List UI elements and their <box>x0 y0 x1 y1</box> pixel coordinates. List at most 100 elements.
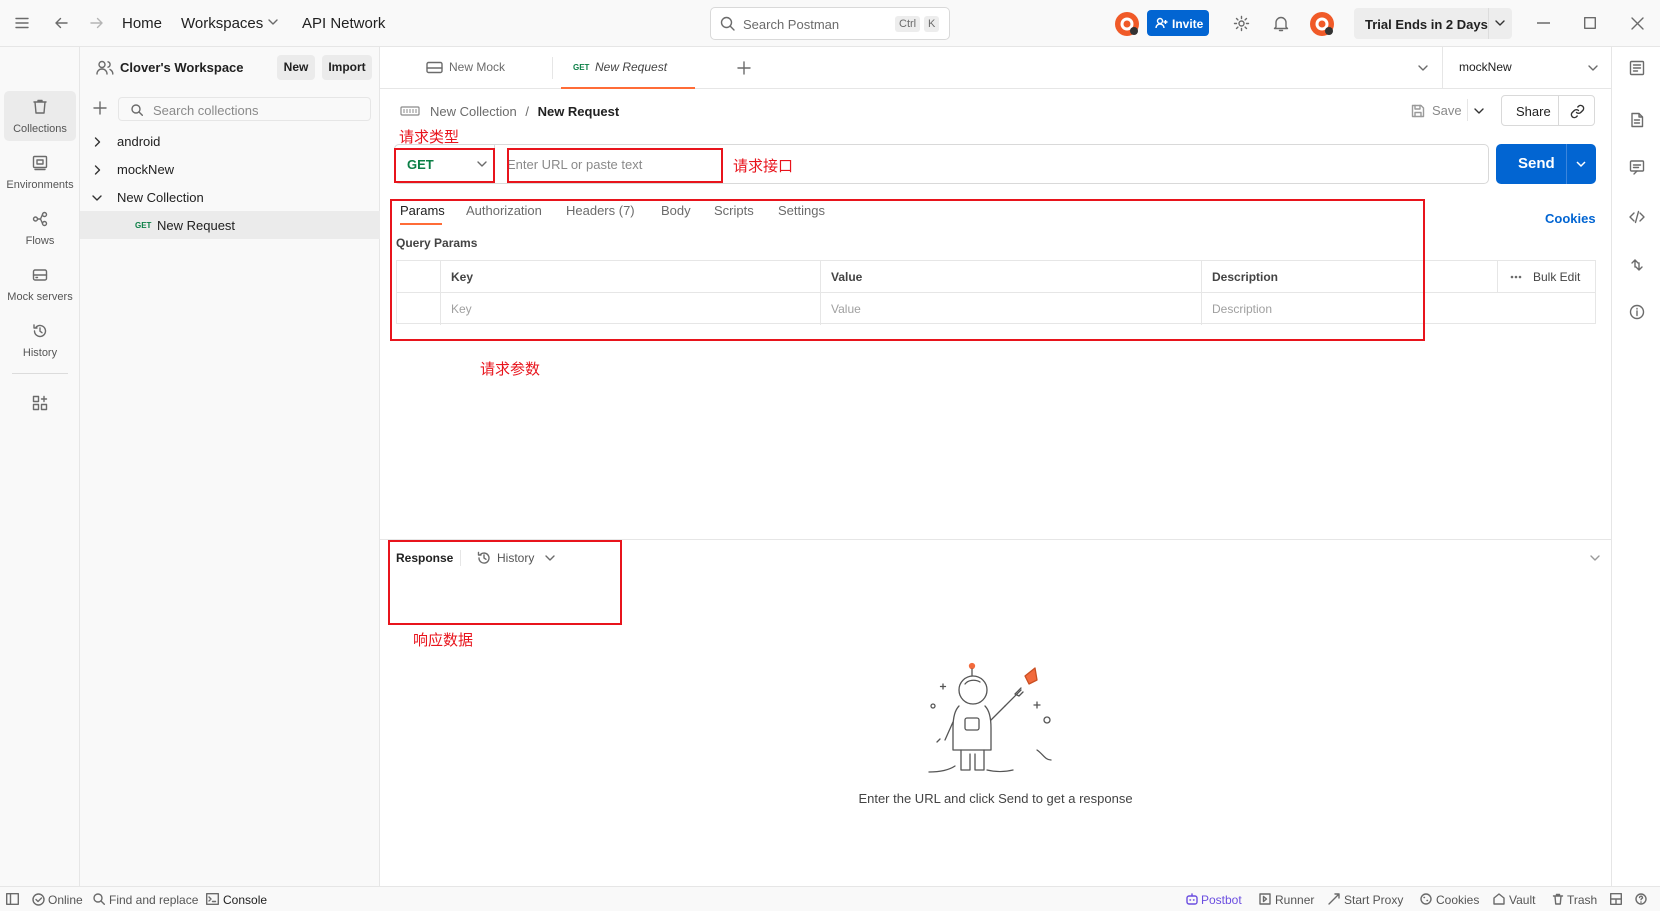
save-button[interactable]: Save <box>1432 103 1462 118</box>
postbot-icon <box>1186 893 1198 905</box>
rail-item-collections[interactable]: Collections <box>4 91 76 141</box>
back-icon[interactable] <box>54 16 68 30</box>
request-new-request[interactable]: GET New Request <box>80 211 380 239</box>
comments-icon[interactable] <box>1629 112 1645 128</box>
avatar[interactable] <box>1309 11 1335 37</box>
collection-name: mockNew <box>117 162 175 177</box>
rail-item-flows[interactable]: Flows <box>4 203 76 253</box>
close-icon[interactable] <box>1631 17 1644 30</box>
save-icon <box>1411 104 1425 118</box>
online-icon <box>32 893 45 906</box>
shortcut-ctrl: Ctrl <box>895 16 921 32</box>
chevron-down-icon[interactable] <box>1590 555 1600 562</box>
rail-item-environments[interactable]: Environments <box>4 147 76 197</box>
invite-button[interactable]: Invite <box>1147 10 1209 36</box>
import-button[interactable]: Import <box>322 55 372 80</box>
trial-button[interactable]: Trial Ends in 2 Days <box>1354 8 1512 39</box>
breadcrumb-collection[interactable]: New Collection <box>430 104 517 119</box>
tab-new-mock[interactable]: New Mock <box>406 47 546 89</box>
new-button[interactable]: New <box>277 55 315 80</box>
chevron-down-icon <box>268 19 278 26</box>
nav-workspaces[interactable]: Workspaces <box>181 15 263 32</box>
top-bar: Home Workspaces API Network Search Postm… <box>0 0 1660 47</box>
search-icon <box>93 893 105 905</box>
tab-label: New Mock <box>449 60 506 74</box>
right-rail <box>1611 47 1660 886</box>
rail-item-mock-servers[interactable]: Mock servers <box>4 259 76 309</box>
vault-icon <box>1493 893 1505 905</box>
chevron-down-icon[interactable] <box>1576 161 1586 168</box>
code-icon[interactable] <box>1629 209 1645 225</box>
more-options-icon[interactable] <box>1510 275 1522 279</box>
find-replace-button[interactable]: Find and replace <box>109 893 198 907</box>
minimize-icon[interactable] <box>1537 22 1550 24</box>
runner-button[interactable]: Runner <box>1275 893 1314 907</box>
bulk-edit-button[interactable]: Bulk Edit <box>1533 270 1580 284</box>
chevron-down-icon[interactable] <box>1474 108 1484 115</box>
send-button[interactable]: Send <box>1496 144 1596 184</box>
gear-icon[interactable] <box>1233 15 1250 32</box>
global-search-input[interactable]: Search Postman Ctrl K <box>710 7 950 40</box>
configure-sidebar-icon[interactable] <box>32 395 48 411</box>
rail-item-label: Mock servers <box>7 291 73 303</box>
shortcut-k: K <box>924 16 940 32</box>
collection-name: New Collection <box>117 190 204 205</box>
related-collections-icon[interactable] <box>1629 257 1645 273</box>
chevron-down-icon[interactable] <box>1418 65 1428 72</box>
rail-item-label: Flows <box>25 235 55 247</box>
forward-icon[interactable] <box>90 16 104 30</box>
collection-name: android <box>117 134 161 149</box>
chat-icon[interactable] <box>1629 159 1645 175</box>
breadcrumb-request[interactable]: New Request <box>538 104 620 119</box>
cookies-button[interactable]: Cookies <box>1436 893 1479 907</box>
tab-new-request[interactable]: GET New Request <box>561 47 695 89</box>
annotation-request-type: 请求类型 <box>399 128 460 146</box>
share-button[interactable]: Share <box>1501 95 1595 126</box>
toggle-sidebar-icon[interactable] <box>6 893 19 905</box>
chevron-down-icon[interactable] <box>92 195 102 202</box>
info-icon[interactable] <box>1629 304 1645 320</box>
avatar[interactable] <box>1114 11 1140 37</box>
rail-item-history[interactable]: History <box>4 315 76 365</box>
add-icon[interactable] <box>93 101 107 115</box>
postbot-button[interactable]: Postbot <box>1201 893 1242 907</box>
collection-mocknew[interactable]: mockNew <box>80 155 380 183</box>
left-rail: Collections Environments Flows Mock serv… <box>0 47 80 886</box>
rail-item-label: Collections <box>13 123 67 135</box>
online-status[interactable]: Online <box>48 893 83 907</box>
method-badge: GET <box>573 63 590 72</box>
cookies-link[interactable]: Cookies <box>1545 211 1596 226</box>
chevron-down-icon <box>1588 65 1598 72</box>
workspace-name[interactable]: Clover's Workspace <box>120 60 244 75</box>
documentation-icon[interactable] <box>1629 60 1645 76</box>
environment-select[interactable]: mockNew <box>1442 47 1611 89</box>
maximize-icon[interactable] <box>1584 17 1596 29</box>
rail-item-label: History <box>22 347 58 359</box>
send-label: Send <box>1518 155 1555 172</box>
tab-label: New Request <box>595 60 668 74</box>
console-icon <box>206 893 219 905</box>
http-icon <box>400 104 420 118</box>
trial-label: Trial Ends in 2 Days <box>1365 17 1488 32</box>
collection-android[interactable]: android <box>80 127 380 155</box>
bell-icon[interactable] <box>1273 15 1289 32</box>
search-collections-input[interactable]: Search collections <box>118 97 371 121</box>
layout-icon[interactable] <box>1610 893 1622 905</box>
add-tab-icon[interactable] <box>737 61 751 75</box>
nav-api-network[interactable]: API Network <box>302 15 385 32</box>
vault-button[interactable]: Vault <box>1509 893 1535 907</box>
cookie-icon <box>1420 893 1432 905</box>
chevron-down-icon[interactable] <box>1495 20 1505 27</box>
chevron-right-icon[interactable] <box>94 137 101 147</box>
empty-response-message: Enter the URL and click Send to get a re… <box>858 791 1133 806</box>
share-label: Share <box>1516 104 1551 119</box>
link-icon[interactable] <box>1570 104 1585 119</box>
menu-icon[interactable] <box>15 17 29 29</box>
trash-button[interactable]: Trash <box>1567 893 1597 907</box>
start-proxy-button[interactable]: Start Proxy <box>1344 893 1403 907</box>
chevron-right-icon[interactable] <box>94 165 101 175</box>
invite-label: Invite <box>1172 17 1204 31</box>
nav-home[interactable]: Home <box>122 15 162 32</box>
help-icon[interactable] <box>1635 893 1647 905</box>
collection-new-collection[interactable]: New Collection <box>80 183 380 211</box>
